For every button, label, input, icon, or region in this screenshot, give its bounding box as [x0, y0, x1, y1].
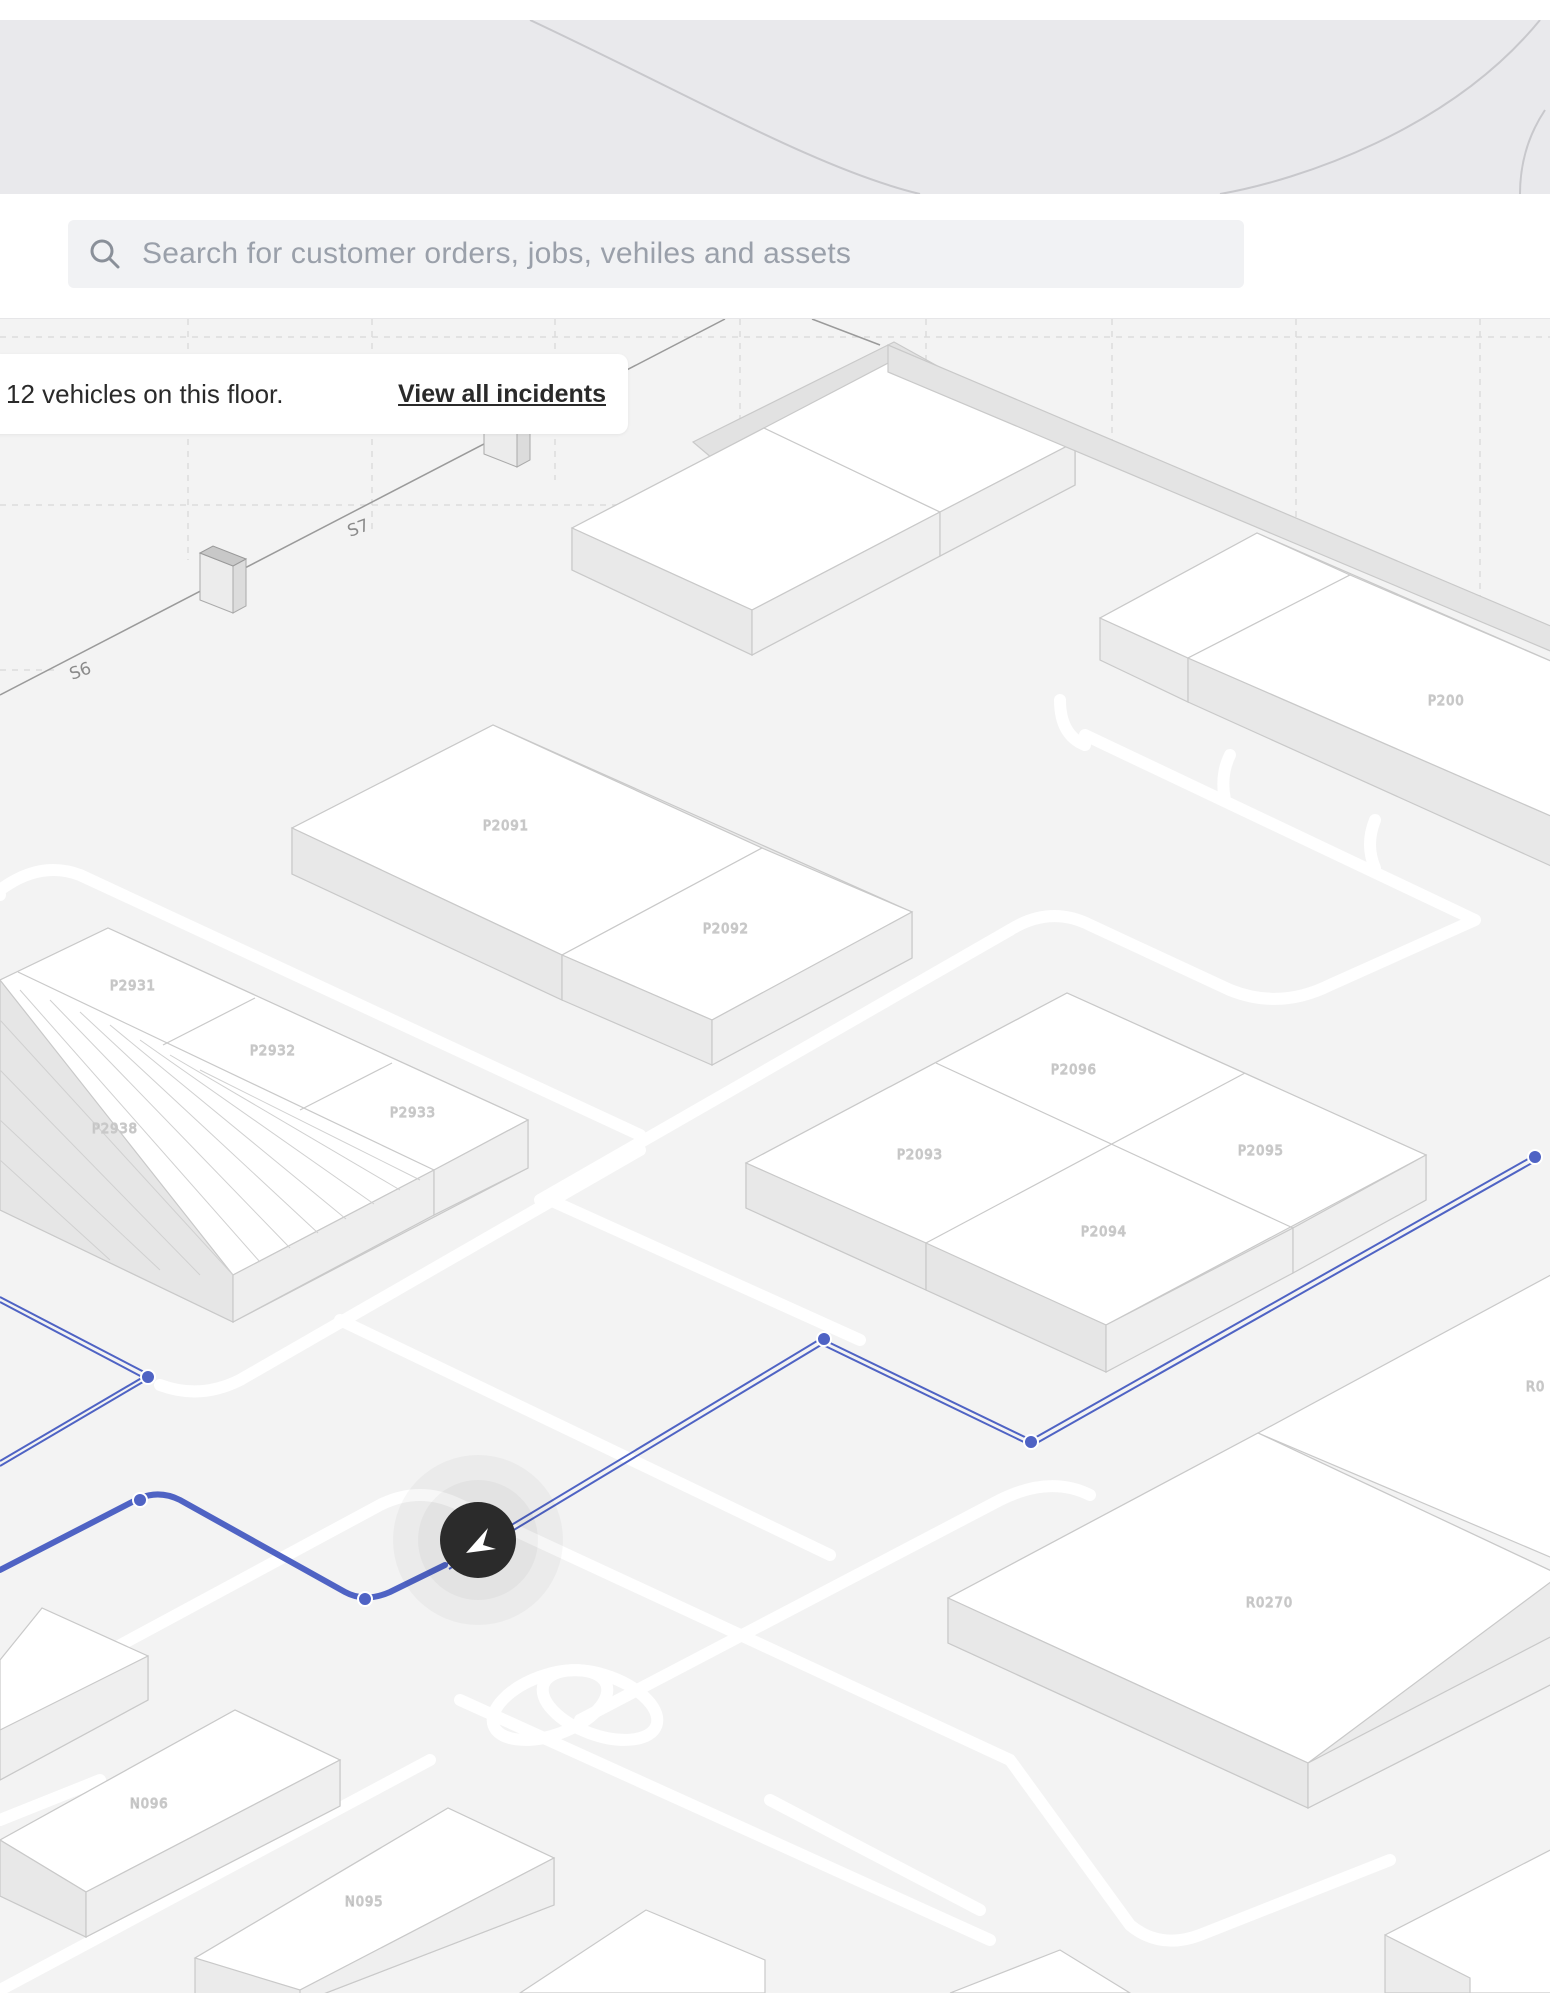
header-banner: [0, 20, 1550, 194]
search-input[interactable]: Search for customer orders, jobs, vehile…: [68, 220, 1244, 288]
zone-label-p2093: P2093: [897, 1148, 943, 1163]
zone-label-p2092: P2092: [703, 922, 749, 937]
zone-label-p2091: P2091: [483, 819, 529, 834]
building-bottom-2: [949, 1949, 1132, 1993]
view-all-incidents-link[interactable]: View all incidents: [398, 380, 606, 409]
zone-label-n095: N095: [345, 1895, 384, 1910]
zone-label-n096: N096: [130, 1797, 169, 1812]
waypoint[interactable]: [132, 1492, 148, 1508]
zone-label-p2932: P2932: [250, 1044, 296, 1059]
floor-map[interactable]: S6 S7 P200 P2091 P2092 P2931 P2932 P2933…: [0, 319, 1550, 1993]
zone-label-p2931: P2931: [110, 979, 156, 994]
zone-label-r0: R0: [1526, 1380, 1545, 1395]
waypoint[interactable]: [357, 1591, 373, 1607]
vehicles-info-card: 12 vehicles on this floor. View all inci…: [0, 354, 628, 434]
waypoint[interactable]: [1527, 1149, 1543, 1165]
zone-label-p2938: P2938: [92, 1122, 138, 1137]
zone-label-p200: P200: [1428, 694, 1465, 709]
shelf-label-s6: S6: [67, 659, 94, 685]
zone-label-p2095: P2095: [1238, 1144, 1284, 1159]
building-top-cluster: [570, 341, 1077, 656]
vehicle-marker[interactable]: [393, 1455, 563, 1625]
shelf-label-s7: S7: [345, 516, 372, 542]
zone-label-p2933: P2933: [390, 1106, 436, 1121]
vehicle-count-text: 12 vehicles on this floor.: [6, 378, 284, 409]
building-lower-left: [0, 1607, 149, 1781]
zone-label-r0270: R0270: [1246, 1596, 1293, 1611]
building-p2093: [744, 992, 1428, 1373]
zone-label-p2096: P2096: [1051, 1063, 1097, 1078]
waypoint[interactable]: [816, 1331, 832, 1347]
search-icon: [88, 237, 122, 271]
search-bar: Search for customer orders, jobs, vehile…: [0, 194, 1550, 319]
zone-label-p2094: P2094: [1081, 1225, 1127, 1240]
search-placeholder: Search for customer orders, jobs, vehile…: [142, 237, 852, 270]
waypoint[interactable]: [1023, 1434, 1039, 1450]
building-bottom-1: [518, 1909, 766, 1993]
shelf-post: [198, 545, 248, 614]
banner-decoration: [529, 20, 1546, 194]
roundabout: [486, 1664, 664, 1746]
floor-map-canvas: S6 S7 P200 P2091 P2092 P2931 P2932 P2933…: [0, 319, 1550, 1993]
waypoint[interactable]: [140, 1369, 156, 1385]
